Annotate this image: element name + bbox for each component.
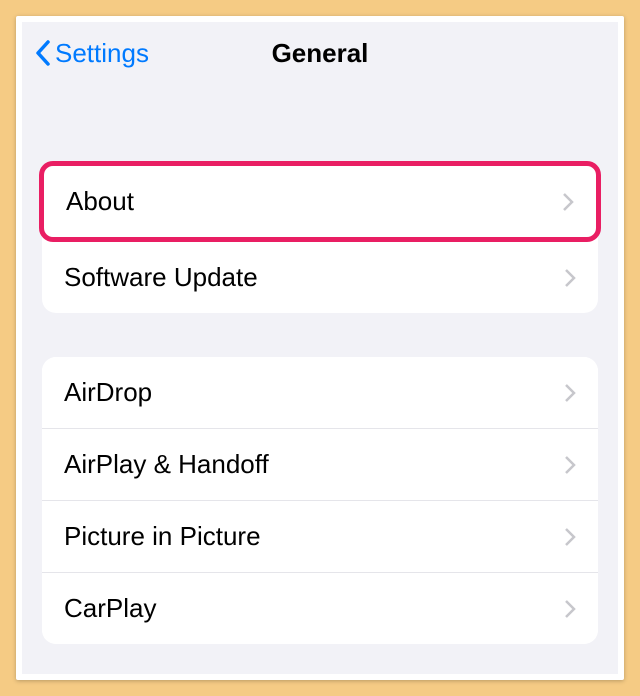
chevron-right-icon bbox=[564, 268, 576, 288]
row-about[interactable]: About bbox=[39, 161, 601, 242]
chevron-right-icon bbox=[564, 527, 576, 547]
row-label: Software Update bbox=[64, 262, 258, 293]
row-label: Picture in Picture bbox=[64, 521, 261, 552]
settings-screen: Settings General About Software Update bbox=[22, 22, 618, 674]
back-button[interactable]: Settings bbox=[34, 38, 149, 69]
settings-group-2: AirDrop AirPlay & Handoff Picture in Pic… bbox=[42, 357, 598, 644]
row-carplay[interactable]: CarPlay bbox=[42, 573, 598, 644]
navigation-bar: Settings General bbox=[22, 22, 618, 84]
row-picture-in-picture[interactable]: Picture in Picture bbox=[42, 501, 598, 573]
row-airdrop[interactable]: AirDrop bbox=[42, 357, 598, 429]
chevron-left-icon bbox=[34, 39, 51, 67]
row-label: AirDrop bbox=[64, 377, 152, 408]
row-software-update[interactable]: Software Update bbox=[42, 242, 598, 313]
row-airplay-handoff[interactable]: AirPlay & Handoff bbox=[42, 429, 598, 501]
content-area: About Software Update AirDrop bbox=[22, 161, 618, 644]
row-label: CarPlay bbox=[64, 593, 156, 624]
row-label: About bbox=[66, 186, 134, 217]
screenshot-frame: Settings General About Software Update bbox=[16, 16, 624, 680]
chevron-right-icon bbox=[564, 599, 576, 619]
chevron-right-icon bbox=[562, 192, 574, 212]
settings-group-1: About Software Update bbox=[42, 161, 598, 313]
chevron-right-icon bbox=[564, 455, 576, 475]
chevron-right-icon bbox=[564, 383, 576, 403]
row-label: AirPlay & Handoff bbox=[64, 449, 269, 480]
back-label: Settings bbox=[55, 38, 149, 69]
